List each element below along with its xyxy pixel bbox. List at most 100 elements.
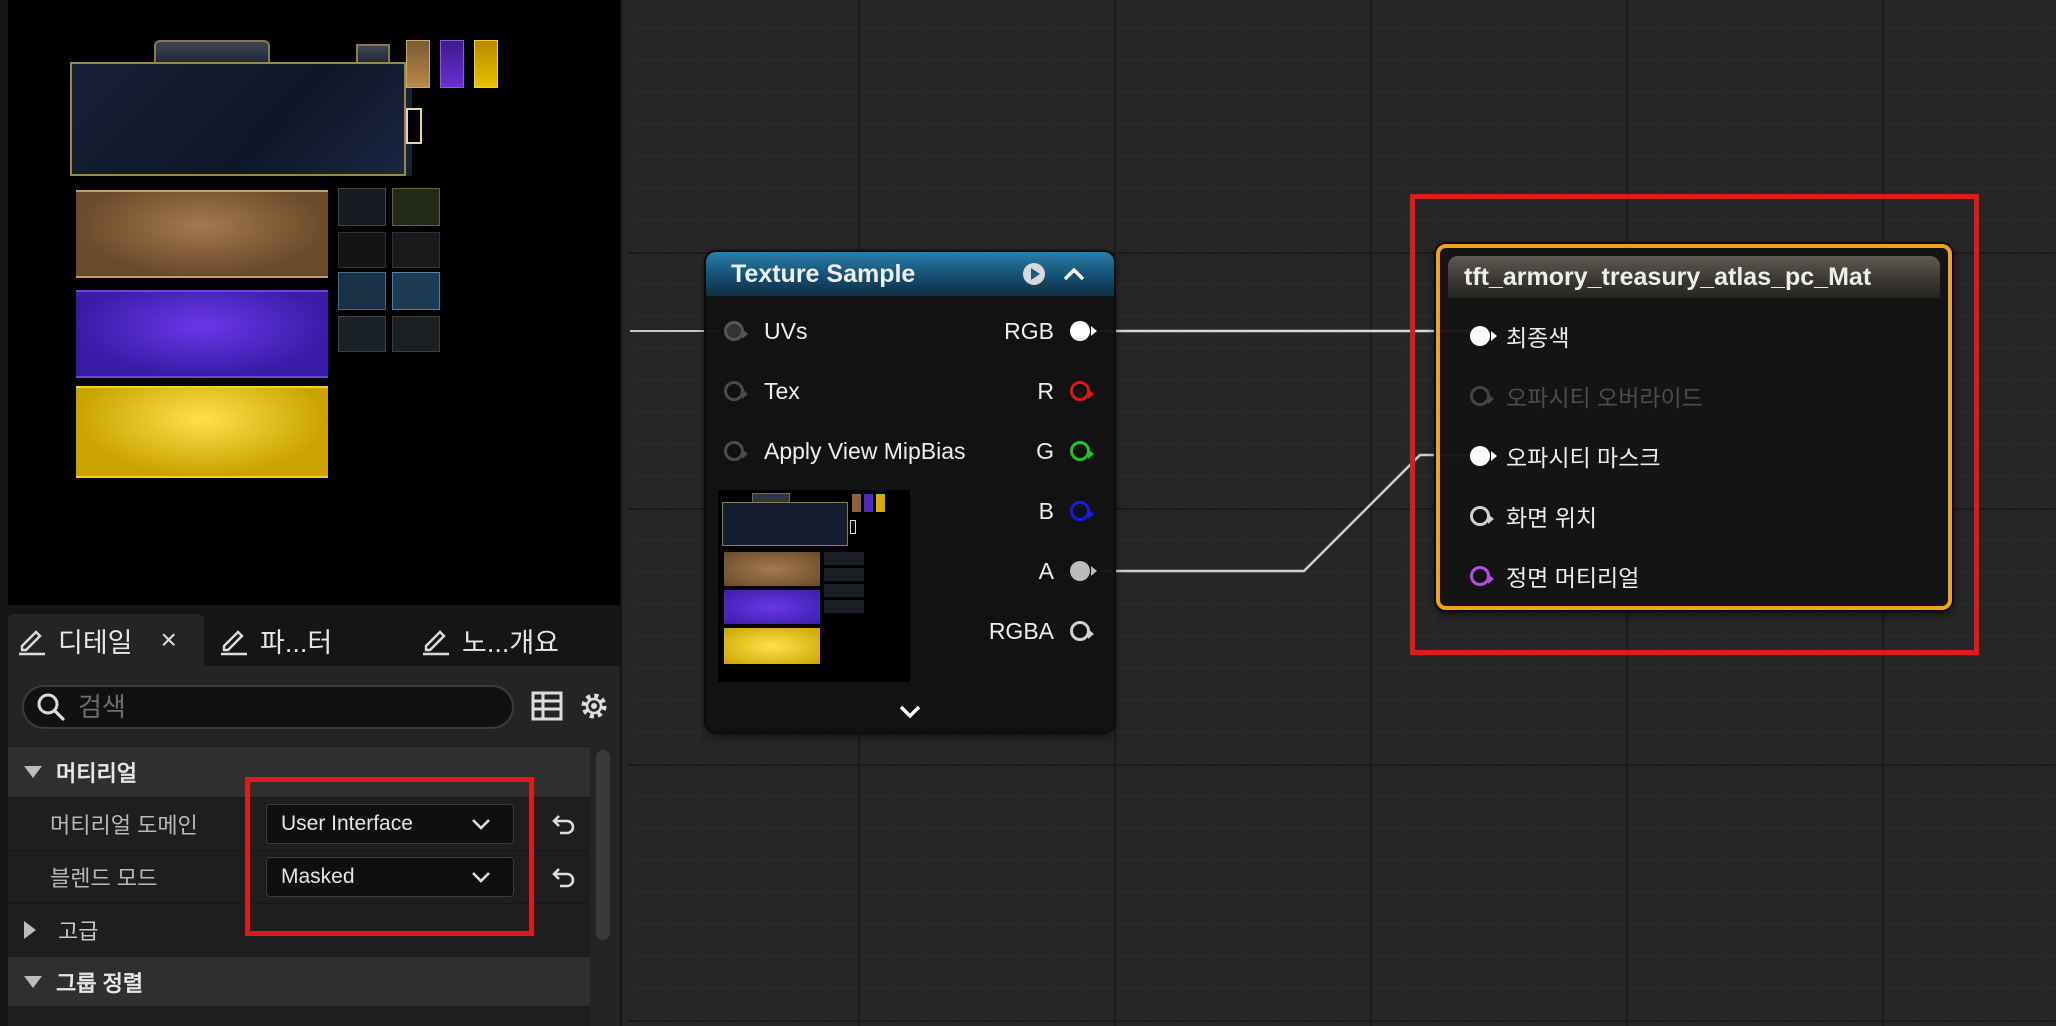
close-icon[interactable]: × bbox=[161, 624, 177, 656]
thumb-dark-panel bbox=[722, 502, 848, 546]
pin-label: Apply View MipBias bbox=[764, 437, 966, 464]
input-pin-final-color[interactable]: 최종색 bbox=[1470, 316, 1569, 356]
section-material[interactable]: 머티리얼 bbox=[8, 746, 590, 797]
chevron-up-icon[interactable] bbox=[1062, 266, 1086, 282]
input-pin-apply-view-mipbias[interactable]: Apply View MipBias bbox=[724, 431, 966, 471]
pin-label: 오파시티 마스크 bbox=[1506, 445, 1661, 471]
gear-icon[interactable] bbox=[574, 686, 614, 726]
pin-label: Tex bbox=[764, 377, 800, 404]
pin-apply-view-mipbias[interactable] bbox=[724, 441, 748, 461]
blend-mode-dropdown[interactable]: Masked bbox=[266, 857, 514, 897]
chevron-down-icon bbox=[24, 976, 42, 988]
section-group-sort[interactable]: 그룹 정렬 bbox=[8, 956, 590, 1007]
chevron-down-icon bbox=[24, 766, 42, 778]
section-advanced-label: 고급 bbox=[58, 919, 99, 944]
atlas-dark-panel bbox=[70, 62, 406, 176]
pin-uvs[interactable] bbox=[724, 321, 748, 341]
pin-screen-position[interactable] bbox=[1470, 506, 1494, 526]
reset-icon[interactable] bbox=[548, 861, 580, 893]
pencil-icon bbox=[221, 630, 247, 656]
search-input[interactable] bbox=[76, 690, 480, 724]
pin-opacity-mask[interactable] bbox=[1470, 446, 1497, 466]
play-icon[interactable] bbox=[1022, 262, 1046, 286]
chevron-down-icon bbox=[472, 819, 490, 830]
texture-thumbnail bbox=[718, 490, 910, 682]
atlas-coin-tile bbox=[338, 188, 386, 226]
thumb-banner-bronze bbox=[724, 552, 820, 586]
tab-details[interactable]: 디테일 × bbox=[8, 614, 204, 666]
texture-sample-node[interactable]: Texture Sample UVs Tex Apply View MipBia… bbox=[706, 252, 1114, 732]
pin-label: UVs bbox=[764, 317, 808, 344]
input-pin-tex[interactable]: Tex bbox=[724, 371, 800, 411]
dropdown-value: Masked bbox=[281, 865, 355, 888]
pin-a[interactable] bbox=[1070, 561, 1097, 581]
material-domain-dropdown[interactable]: User Interface bbox=[266, 804, 514, 844]
tab-details-label: 디테일 bbox=[58, 627, 133, 658]
reset-icon[interactable] bbox=[548, 808, 580, 840]
atlas-arrow-tile bbox=[392, 272, 440, 310]
thumb-swatch-gold bbox=[876, 494, 885, 512]
pin-label: B bbox=[1038, 497, 1054, 524]
input-pin-screen-position[interactable]: 화면 위치 bbox=[1470, 496, 1597, 536]
input-pin-uvs[interactable]: UVs bbox=[724, 311, 807, 351]
pin-front-material[interactable] bbox=[1470, 566, 1494, 586]
atlas-coin-tile bbox=[392, 232, 440, 268]
pin-rgba[interactable] bbox=[1070, 621, 1094, 641]
details-scrollbar[interactable] bbox=[596, 750, 610, 940]
output-pin-rgb[interactable]: RGB bbox=[1004, 311, 1097, 351]
input-pin-front-material[interactable]: 정면 머티리얼 bbox=[1470, 556, 1639, 596]
atlas-swatch-purple bbox=[440, 40, 464, 88]
output-pin-g[interactable]: G bbox=[1036, 431, 1094, 471]
pin-r[interactable] bbox=[1070, 381, 1094, 401]
tab-parameters[interactable]: 파...터 bbox=[218, 614, 398, 666]
pin-label: G bbox=[1036, 437, 1054, 464]
atlas-banner-bronze bbox=[76, 190, 328, 278]
atlas-arrow-tile bbox=[338, 272, 386, 310]
tab-node-overview[interactable]: 노...개요 bbox=[420, 614, 620, 666]
section-material-label: 머티리얼 bbox=[56, 761, 137, 786]
details-panel: 머티리얼 머티리얼 도메인 User Interface 블렌드 모드 Mask… bbox=[8, 666, 620, 1026]
property-label: 머티리얼 도메인 bbox=[50, 813, 198, 838]
atlas-swatch-gold bbox=[474, 40, 498, 88]
input-pin-opacity-mask[interactable]: 오파시티 마스크 bbox=[1470, 436, 1661, 476]
node-title-bar[interactable]: Texture Sample bbox=[706, 252, 1114, 296]
chevron-down-icon[interactable] bbox=[898, 704, 922, 720]
dropdown-value: User Interface bbox=[281, 812, 413, 835]
search-icon bbox=[37, 693, 65, 721]
pin-rgb[interactable] bbox=[1070, 321, 1097, 341]
output-pin-b[interactable]: B bbox=[1038, 491, 1094, 531]
pin-final-color[interactable] bbox=[1470, 326, 1497, 346]
section-advanced[interactable]: 고급 bbox=[8, 903, 590, 956]
pin-g[interactable] bbox=[1070, 441, 1094, 461]
property-row-partial bbox=[8, 1006, 590, 1026]
texture-preview bbox=[8, 0, 620, 605]
pin-b[interactable] bbox=[1070, 501, 1094, 521]
node-title: tft_armory_treasury_atlas_pc_Mat bbox=[1464, 262, 1872, 291]
output-pin-r[interactable]: R bbox=[1037, 371, 1094, 411]
thumb-swatch-purple bbox=[864, 494, 873, 512]
thumb-banner-gold bbox=[724, 628, 820, 664]
pin-tex[interactable] bbox=[724, 381, 748, 401]
output-pin-a[interactable]: A bbox=[1038, 551, 1097, 591]
node-title-bar[interactable]: tft_armory_treasury_atlas_pc_Mat bbox=[1448, 256, 1940, 298]
thumb-small-frame bbox=[850, 520, 856, 534]
table-view-icon[interactable] bbox=[527, 686, 567, 726]
tab-parameters-label: 파...터 bbox=[260, 627, 333, 658]
atlas-coin-tile bbox=[392, 188, 440, 226]
pin-label: 정면 머티리얼 bbox=[1506, 565, 1640, 591]
atlas-tab-shape bbox=[154, 40, 270, 64]
search-box[interactable] bbox=[22, 685, 514, 729]
chevron-down-icon bbox=[472, 872, 490, 883]
pin-label: A bbox=[1038, 557, 1054, 584]
section-group-sort-label: 그룹 정렬 bbox=[56, 971, 144, 996]
chevron-right-icon bbox=[24, 921, 36, 939]
thumb-icon-tiles bbox=[824, 552, 864, 614]
property-row-material-domain: 머티리얼 도메인 User Interface bbox=[8, 797, 590, 850]
pin-label: R bbox=[1037, 377, 1054, 404]
thumb-swatch-bronze bbox=[852, 494, 861, 512]
material-result-node[interactable]: tft_armory_treasury_atlas_pc_Mat 최종색 오파시… bbox=[1436, 244, 1952, 610]
atlas-arrow-tile bbox=[392, 316, 440, 352]
pin-label: 화면 위치 bbox=[1506, 505, 1598, 531]
output-pin-rgba[interactable]: RGBA bbox=[989, 611, 1094, 651]
atlas-arrow-tile bbox=[338, 316, 386, 352]
